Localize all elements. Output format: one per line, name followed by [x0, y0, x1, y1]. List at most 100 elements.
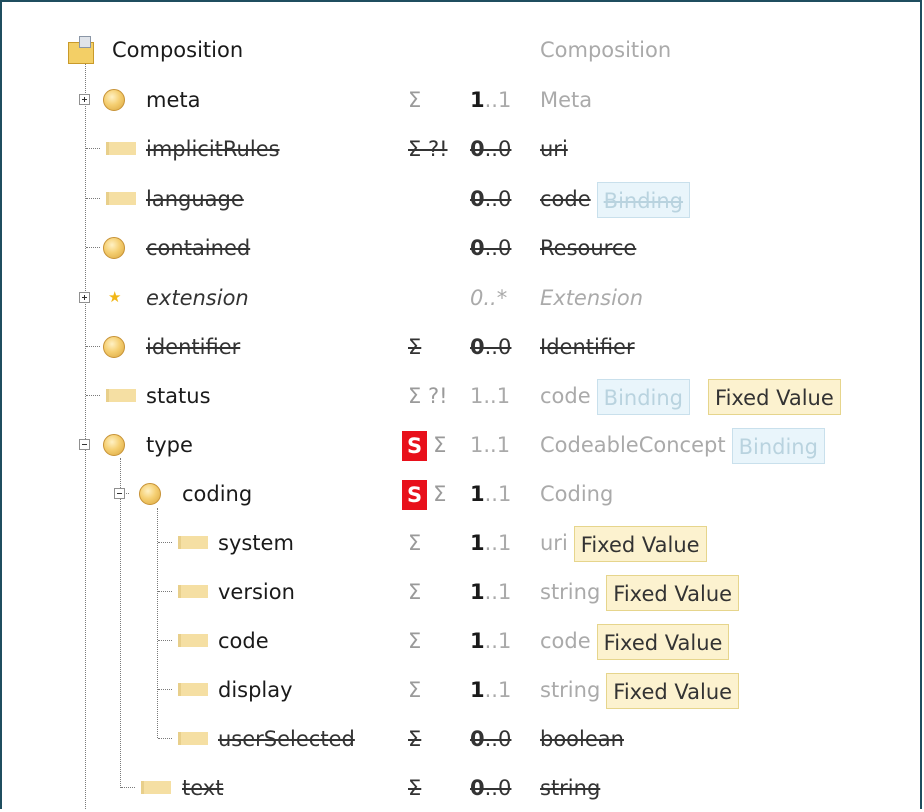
primitive-type-icon — [178, 585, 208, 598]
table-row[interactable]: text Σ 0..0 string — [0, 764, 920, 812]
element-type: code Fixed Value — [540, 617, 730, 665]
element-type: Extension — [540, 286, 644, 310]
element-flags: Σ ?! — [408, 384, 448, 408]
cardinality-max: ..* — [483, 286, 508, 310]
table-row[interactable]: ★ extension 0..* Extension — [0, 274, 920, 322]
type-label: code — [540, 384, 591, 408]
primitive-type-icon — [106, 389, 136, 402]
element-name: implicitRules — [146, 137, 280, 161]
element-flags: Σ — [408, 531, 422, 555]
element-type: string Fixed Value — [540, 568, 740, 616]
fixed-value-badge[interactable]: Fixed Value — [606, 673, 740, 709]
element-cardinality: 0..0 — [470, 764, 511, 812]
tree-guide-line — [158, 689, 172, 690]
primitive-type-icon — [141, 781, 171, 794]
fixed-value-badge[interactable]: Fixed Value — [708, 379, 841, 415]
cardinality-max: ..1 — [484, 678, 512, 702]
primitive-type-icon — [178, 683, 208, 696]
tree-guide-line — [86, 198, 100, 199]
cardinality-min: 1 — [470, 482, 485, 506]
tree-guide-line — [86, 346, 100, 347]
cardinality-min: 1 — [470, 580, 485, 604]
table-row[interactable]: display Σ 1..1 string Fixed Value — [0, 666, 920, 714]
cardinality-max: ..1 — [484, 88, 512, 112]
must-support-flag: S — [402, 431, 428, 461]
expand-icon[interactable] — [79, 94, 90, 105]
element-name: meta — [146, 88, 201, 112]
tree-guide-line — [158, 591, 172, 592]
element-flags: Σ — [408, 580, 422, 604]
complex-type-icon — [103, 336, 125, 358]
element-name: userSelected — [218, 727, 355, 751]
binding-badge[interactable]: Binding — [731, 428, 825, 464]
table-row[interactable]: identifier Σ 0..0 Identifier — [0, 323, 920, 371]
cardinality-min: 0 — [470, 236, 485, 260]
element-type: Identifier — [540, 335, 635, 359]
cardinality-max: ..0 — [484, 727, 512, 751]
table-row[interactable]: language 0..0 code Binding — [0, 175, 920, 223]
cardinality-min: 1 — [470, 531, 485, 555]
table-row[interactable]: Composition Composition — [0, 26, 920, 74]
table-row[interactable]: userSelected Σ 0..0 boolean — [0, 715, 920, 763]
collapse-icon[interactable] — [79, 439, 90, 450]
element-cardinality: 0..0 — [470, 715, 511, 763]
element-name: system — [218, 531, 294, 555]
table-row[interactable]: system Σ 1..1 uri Fixed Value — [0, 519, 920, 567]
element-type: CodeableConcept Binding — [540, 421, 825, 469]
table-row[interactable]: code Σ 1..1 code Fixed Value — [0, 617, 920, 665]
element-name: Composition — [112, 38, 244, 62]
cardinality-max: ..1 — [484, 580, 512, 604]
element-flags: Σ — [408, 678, 422, 702]
structure-tree: Composition Composition meta Σ 1..1 Meta… — [0, 0, 920, 809]
cardinality-max: ..1 — [483, 433, 511, 457]
table-row[interactable]: version Σ 1..1 string Fixed Value — [0, 568, 920, 616]
element-cardinality: 0..0 — [470, 175, 511, 223]
table-row[interactable]: implicitRules Σ ?! 0..0 uri — [0, 125, 920, 173]
flag-symbols: Σ — [433, 482, 447, 506]
tree-guide-line — [158, 738, 172, 739]
element-cardinality: 1..1 — [470, 372, 510, 420]
element-type: Meta — [540, 88, 593, 112]
element-flags: Σ ?! — [408, 137, 448, 161]
cardinality-min: 0 — [470, 187, 485, 211]
expand-icon[interactable] — [79, 292, 90, 303]
table-row[interactable]: status Σ ?! 1..1 code Binding Fixed Value — [0, 372, 920, 420]
fixed-value-badge[interactable]: Fixed Value — [606, 575, 740, 611]
table-row[interactable]: meta Σ 1..1 Meta — [0, 76, 920, 124]
element-name: display — [218, 678, 293, 702]
cardinality-max: ..1 — [484, 531, 512, 555]
cardinality-max: ..0 — [484, 137, 512, 161]
cardinality-min: 0 — [470, 137, 485, 161]
cardinality-min: 1 — [470, 433, 484, 457]
table-row[interactable]: contained 0..0 Resource — [0, 224, 920, 272]
complex-type-icon — [139, 483, 161, 505]
binding-badge[interactable]: Binding — [596, 379, 691, 415]
star-icon: ★ — [108, 288, 122, 306]
cardinality-min: 0 — [470, 727, 485, 751]
table-row[interactable]: coding SΣ 1..1 Coding — [0, 470, 920, 518]
element-flags: Σ — [408, 88, 422, 112]
table-row[interactable]: type SΣ 1..1 CodeableConcept Binding — [0, 421, 920, 469]
element-flags: Σ — [408, 629, 422, 653]
primitive-type-icon — [106, 192, 136, 205]
tree-guide-line — [121, 787, 135, 788]
element-type: boolean — [540, 727, 624, 751]
element-type: Composition — [540, 38, 672, 62]
cardinality-max: ..1 — [483, 384, 511, 408]
type-label: CodeableConcept — [540, 433, 726, 457]
binding-badge[interactable]: Binding — [596, 182, 691, 218]
fixed-value-badge[interactable]: Fixed Value — [596, 624, 730, 660]
primitive-type-icon — [178, 634, 208, 647]
fixed-value-badge[interactable]: Fixed Value — [573, 526, 707, 562]
collapse-icon[interactable] — [114, 488, 125, 499]
element-type: code Binding Fixed Value — [540, 372, 841, 420]
element-name: code — [218, 629, 269, 653]
cardinality-max: ..1 — [484, 482, 512, 506]
folder-icon — [68, 36, 94, 64]
tree-guide-line — [86, 247, 100, 248]
cardinality-min: 0 — [470, 335, 485, 359]
type-label: uri — [540, 531, 568, 555]
element-cardinality: 1..1 — [470, 470, 511, 518]
flag-symbols: Σ — [433, 433, 447, 457]
element-flags: SΣ — [402, 421, 446, 469]
